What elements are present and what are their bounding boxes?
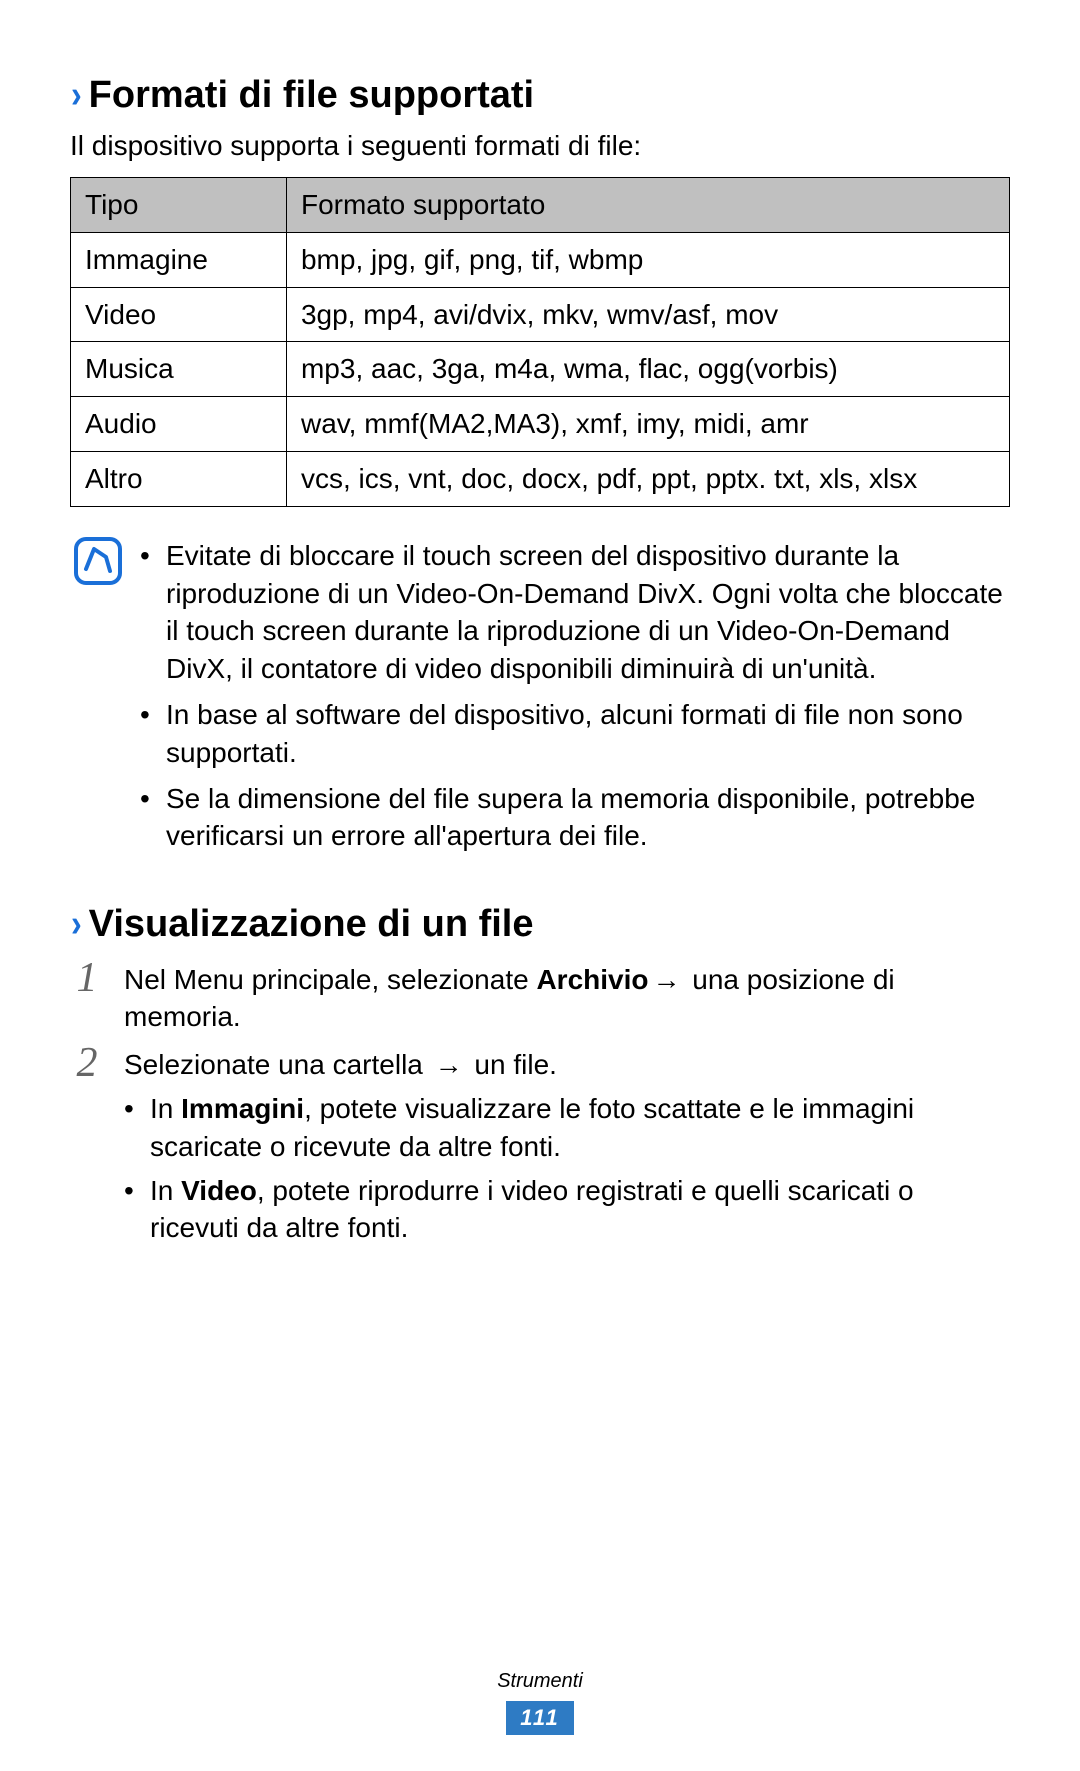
heading-text: Visualizzazione di un file xyxy=(89,903,534,945)
table-cell: Video xyxy=(71,287,287,342)
table-row: Musica mp3, aac, 3ga, m4a, wma, flac, og… xyxy=(71,342,1010,397)
text: Nel Menu principale, selezionate xyxy=(124,964,536,995)
table-cell: Altro xyxy=(71,452,287,507)
table-header-cell: Tipo xyxy=(71,178,287,233)
step-1: 1 Nel Menu principale, selezionate Archi… xyxy=(70,957,1010,1037)
section-heading: ›Visualizzazione di un file xyxy=(70,899,1010,950)
arrow-icon: → xyxy=(652,961,680,999)
footer: Strumenti 111 xyxy=(0,1668,1080,1735)
page-number: 111 xyxy=(506,1701,573,1735)
heading-text: Formati di file supportati xyxy=(89,74,534,116)
text: un file. xyxy=(467,1049,557,1080)
note-list: Evitate di bloccare il touch screen del … xyxy=(140,537,1006,863)
note-item: Evitate di bloccare il touch screen del … xyxy=(140,537,1006,688)
note-item: In base al software del dispositivo, alc… xyxy=(140,696,1006,772)
table-cell: Musica xyxy=(71,342,287,397)
text: In xyxy=(150,1175,181,1206)
table-row: Video 3gp, mp4, avi/dvix, mkv, wmv/asf, … xyxy=(71,287,1010,342)
bold: Archivio xyxy=(536,964,648,995)
table-cell: wav, mmf(MA2,MA3), xmf, imy, midi, amr xyxy=(286,397,1009,452)
table-header-row: Tipo Formato supportato xyxy=(71,178,1010,233)
table-cell: vcs, ics, vnt, doc, docx, pdf, ppt, pptx… xyxy=(286,452,1009,507)
note-block: Evitate di bloccare il touch screen del … xyxy=(70,537,1010,863)
formats-table: Tipo Formato supportato Immagine bmp, jp… xyxy=(70,177,1010,507)
chevron-icon: › xyxy=(71,70,82,121)
sub-bullet: In Video, potete riprodurre i video regi… xyxy=(124,1172,1010,1248)
text: Selezionate una cartella xyxy=(124,1049,431,1080)
bold: Video xyxy=(181,1175,257,1206)
arrow-icon: → xyxy=(435,1046,463,1084)
chevron-icon: › xyxy=(71,899,82,950)
step-number: 2 xyxy=(70,1042,104,1253)
table-cell: bmp, jpg, gif, png, tif, wbmp xyxy=(286,232,1009,287)
step-number: 1 xyxy=(70,957,104,1037)
table-cell: mp3, aac, 3ga, m4a, wma, flac, ogg(vorbi… xyxy=(286,342,1009,397)
table-row: Altro vcs, ics, vnt, doc, docx, pdf, ppt… xyxy=(71,452,1010,507)
step-body: Nel Menu principale, selezionate Archivi… xyxy=(124,957,1010,1037)
step-body: Selezionate una cartella → un file. In I… xyxy=(124,1042,1010,1253)
bold: Immagini xyxy=(181,1093,304,1124)
table-row: Immagine bmp, jpg, gif, png, tif, wbmp xyxy=(71,232,1010,287)
note-item: Se la dimensione del file supera la memo… xyxy=(140,780,1006,856)
intro-text: Il dispositivo supporta i seguenti forma… xyxy=(70,127,1010,165)
section-heading: ›Formati di file supportati xyxy=(70,70,1010,121)
note-icon xyxy=(74,537,122,585)
text: , potete riprodurre i video registrati e… xyxy=(150,1175,914,1244)
table-row: Audio wav, mmf(MA2,MA3), xmf, imy, midi,… xyxy=(71,397,1010,452)
table-header-cell: Formato supportato xyxy=(286,178,1009,233)
table-cell: Immagine xyxy=(71,232,287,287)
text: In xyxy=(150,1093,181,1124)
sub-bullet: In Immagini, potete visualizzare le foto… xyxy=(124,1090,1010,1166)
table-cell: 3gp, mp4, avi/dvix, mkv, wmv/asf, mov xyxy=(286,287,1009,342)
step-2: 2 Selezionate una cartella → un file. In… xyxy=(70,1042,1010,1253)
sub-bullet-list: In Immagini, potete visualizzare le foto… xyxy=(124,1090,1010,1247)
table-cell: Audio xyxy=(71,397,287,452)
footer-label: Strumenti xyxy=(0,1668,1080,1695)
